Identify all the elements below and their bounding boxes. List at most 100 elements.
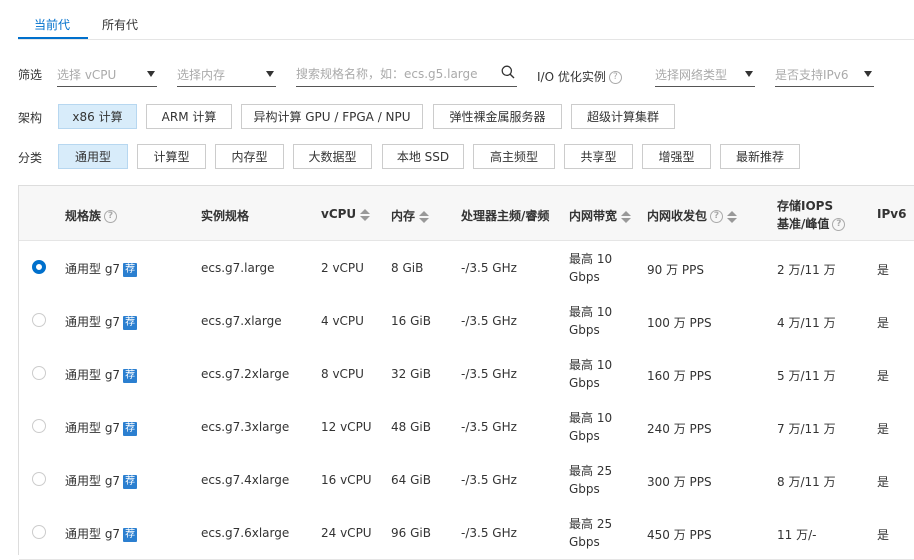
row-select-radio[interactable]	[32, 260, 46, 274]
cell-bandwidth-line2: Gbps	[569, 482, 600, 496]
cell-vcpu: 2 vCPU	[321, 261, 364, 275]
col-bandwidth-label: 内网带宽	[569, 209, 618, 223]
cell-family-text: 通用型 g7	[65, 368, 121, 382]
col-memory-label: 内存	[391, 209, 416, 223]
category-compute[interactable]: 计算型	[137, 144, 206, 169]
table-row[interactable]: 通用型 g7 荐 ecs.g7.2xlarge 8 vCPU 32 GiB -/3.5 G…	[19, 347, 914, 401]
ipv6-select[interactable]: 是否支持IPv6	[775, 64, 874, 87]
cell-ipv6: 是	[877, 528, 890, 542]
table-row[interactable]: 通用型 g7 荐 ecs.g7.4xlarge 16 vCPU 64 GiB -/3.5 …	[19, 453, 914, 507]
help-icon[interactable]: ?	[710, 210, 724, 223]
memory-select-placeholder: 选择内存	[177, 68, 226, 82]
cell-family: 通用型 g7 荐	[65, 260, 138, 277]
sort-icon[interactable]	[727, 210, 738, 223]
cell-pps: 300 万 PPS	[647, 475, 712, 489]
spec-search	[296, 64, 517, 87]
table-row[interactable]: 通用型 g7 荐 ecs.g7.3xlarge 12 vCPU 48 GiB -/3.5 …	[19, 400, 914, 454]
cell-family-text: 通用型 g7	[65, 527, 121, 541]
chevron-down-icon	[745, 71, 753, 77]
cell-bandwidth-line1: 最高 10	[569, 305, 613, 319]
cell-vcpu: 8 vCPU	[321, 367, 364, 381]
cell-family-text: 通用型 g7	[65, 315, 121, 329]
table-row[interactable]: 通用型 g7 荐 ecs.g7.large 2 vCPU 8 GiB -/3.5 GHz 最…	[19, 241, 914, 295]
cell-bandwidth-line1: 最高 10	[569, 252, 613, 266]
search-icon[interactable]	[501, 65, 515, 79]
help-icon[interactable]: ?	[104, 210, 118, 223]
arch-bare-metal[interactable]: 弹性裸金属服务器	[433, 104, 562, 129]
cell-spec: ecs.g7.large	[201, 261, 275, 275]
cell-family: 通用型 g7 荐	[65, 366, 138, 383]
cell-iops: 7 万/11 万	[777, 422, 836, 436]
col-vcpu-label: vCPU	[321, 207, 357, 221]
category-general[interactable]: 通用型	[58, 144, 128, 169]
io-optimized-text: I/O 优化实例	[537, 70, 606, 84]
cell-ipv6: 是	[877, 369, 890, 383]
cell-bandwidth-line2: Gbps	[569, 323, 600, 337]
sort-icon[interactable]	[419, 210, 430, 223]
cell-memory: 16 GiB	[391, 314, 431, 328]
chevron-down-icon	[147, 71, 155, 77]
cell-bandwidth-line2: Gbps	[569, 376, 600, 390]
arch-heterogeneous[interactable]: 异构计算 GPU / FPGA / NPU	[241, 104, 423, 129]
category-big-data[interactable]: 大数据型	[293, 144, 372, 169]
cell-pps: 160 万 PPS	[647, 369, 712, 383]
tab-current-generation[interactable]: 当前代	[34, 16, 70, 33]
spec-search-input[interactable]	[296, 64, 491, 84]
cell-spec: ecs.g7.3xlarge	[201, 420, 290, 434]
cell-cpu-freq: -/3.5 GHz	[461, 261, 517, 275]
col-bandwidth[interactable]: 内网带宽	[569, 207, 632, 224]
cell-cpu-freq: -/3.5 GHz	[461, 473, 517, 487]
col-pps[interactable]: 内网收发包?	[647, 207, 738, 224]
col-pps-label: 内网收发包	[647, 209, 708, 223]
row-select-radio[interactable]	[32, 366, 46, 380]
cell-spec: ecs.g7.4xlarge	[201, 473, 290, 487]
sort-icon[interactable]	[621, 210, 632, 223]
cell-spec: ecs.g7.6xlarge	[201, 526, 290, 540]
memory-select[interactable]: 选择内存	[177, 64, 276, 87]
cell-vcpu: 4 vCPU	[321, 314, 364, 328]
row-select-radio[interactable]	[32, 313, 46, 327]
recommended-badge: 荐	[123, 421, 138, 436]
arch-x86[interactable]: x86 计算	[58, 104, 137, 129]
col-iops-line2: 基准/峰值?	[777, 215, 846, 232]
row-select-radio[interactable]	[32, 525, 46, 539]
recommended-badge: 荐	[123, 315, 138, 330]
cell-bandwidth-line1: 最高 25	[569, 517, 613, 531]
category-high-freq[interactable]: 高主频型	[473, 144, 555, 169]
category-shared[interactable]: 共享型	[564, 144, 633, 169]
category-latest[interactable]: 最新推荐	[720, 144, 800, 169]
category-enhanced[interactable]: 增强型	[642, 144, 711, 169]
help-icon[interactable]: ?	[832, 218, 846, 231]
cell-cpu-freq: -/3.5 GHz	[461, 314, 517, 328]
cell-family-text: 通用型 g7	[65, 262, 121, 276]
arch-arm[interactable]: ARM 计算	[146, 104, 232, 129]
table-header: 规格族? 实例规格 vCPU 内存 处理器主频/睿频 内网带宽 内网收发包? 存…	[19, 186, 914, 241]
arch-super-computing[interactable]: 超级计算集群	[571, 104, 675, 129]
cell-iops: 11 万/-	[777, 528, 817, 542]
help-icon[interactable]: ?	[608, 71, 622, 84]
io-optimized-label[interactable]: I/O 优化实例?	[537, 68, 622, 85]
ipv6-select-placeholder: 是否支持IPv6	[775, 68, 849, 82]
network-type-select[interactable]: 选择网络类型	[655, 64, 755, 87]
row-select-radio[interactable]	[32, 419, 46, 433]
recommended-badge: 荐	[123, 368, 138, 383]
row-select-radio[interactable]	[32, 472, 46, 486]
filter-label: 筛选	[18, 68, 43, 82]
vcpu-select-placeholder: 选择 vCPU	[57, 68, 117, 82]
cell-family-text: 通用型 g7	[65, 474, 121, 488]
cell-family: 通用型 g7 荐	[65, 525, 138, 542]
table-row[interactable]: 通用型 g7 荐 ecs.g7.xlarge 4 vCPU 16 GiB -/3.5 GH…	[19, 294, 914, 348]
cell-bandwidth-line2: Gbps	[569, 535, 600, 549]
cell-pps: 90 万 PPS	[647, 263, 704, 277]
chevron-down-icon	[864, 71, 872, 77]
col-vcpu[interactable]: vCPU	[321, 207, 371, 221]
table-row[interactable]: 通用型 g7 荐 ecs.g7.6xlarge 24 vCPU 96 GiB -/3.5 …	[19, 506, 914, 560]
category-memory[interactable]: 内存型	[215, 144, 284, 169]
cell-memory: 48 GiB	[391, 420, 431, 434]
category-local-ssd[interactable]: 本地 SSD	[382, 144, 464, 169]
sort-icon[interactable]	[360, 208, 371, 221]
col-memory[interactable]: 内存	[391, 207, 430, 224]
cell-cpu-freq: -/3.5 GHz	[461, 526, 517, 540]
tab-all-generations[interactable]: 所有代	[102, 16, 138, 33]
vcpu-select[interactable]: 选择 vCPU	[57, 64, 157, 87]
